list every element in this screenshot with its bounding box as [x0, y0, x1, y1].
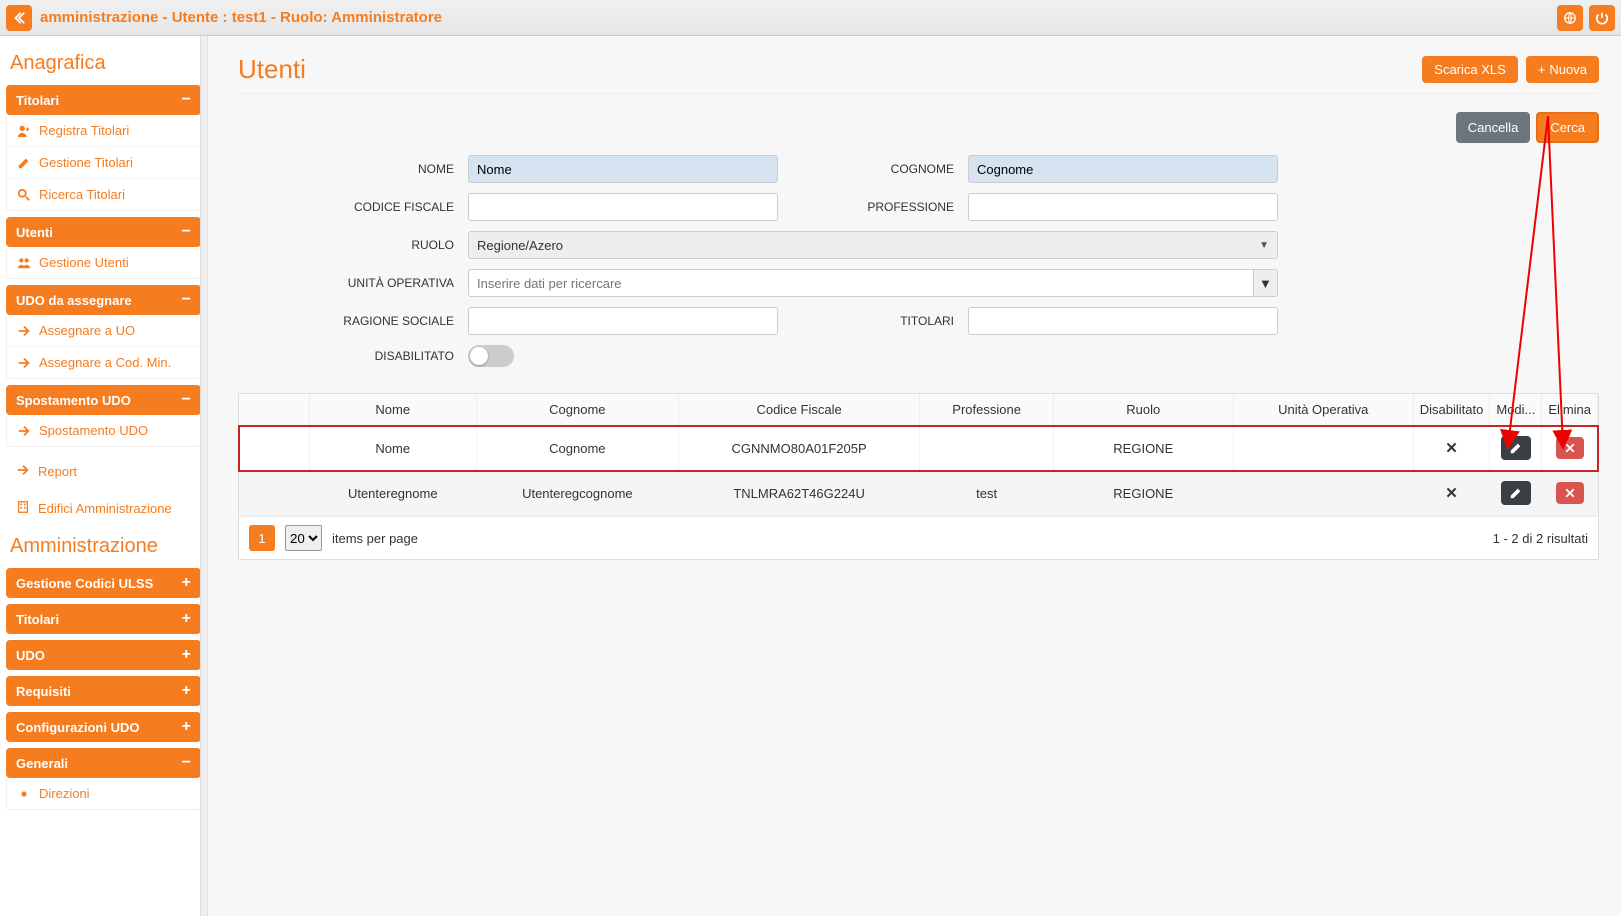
page-title: Utenti — [238, 54, 306, 85]
delete-row-button[interactable] — [1556, 437, 1584, 459]
edit-row-button[interactable] — [1501, 436, 1531, 460]
prof-input[interactable] — [968, 193, 1278, 221]
new-button[interactable]: +Nuova — [1526, 56, 1599, 83]
sidebar-header-generali[interactable]: Generali− — [6, 748, 201, 778]
disab-label: DISABILITATO — [308, 349, 468, 363]
globe-icon[interactable] — [1557, 5, 1583, 31]
sidebar-item-gestione-utenti[interactable]: Gestione Utenti — [7, 247, 200, 278]
plus-icon: + — [1538, 62, 1546, 77]
page-number[interactable]: 1 — [249, 525, 275, 551]
disabilitato-toggle[interactable] — [468, 345, 514, 367]
sidebar-item-direzioni[interactable]: Direzioni — [7, 778, 200, 809]
table-row[interactable]: Utenteregnome Utenteregcognome TNLMRA62T… — [239, 471, 1598, 516]
results-count: 1 - 2 di 2 risultati — [1493, 531, 1588, 546]
nome-input[interactable] — [468, 155, 778, 183]
chevron-down-icon: ▼ — [1259, 240, 1269, 251]
sidebar-link-report[interactable]: Report — [6, 453, 201, 490]
search-button[interactable]: Cerca — [1536, 112, 1599, 143]
titolari-input[interactable] — [968, 307, 1278, 335]
sidebar-header-config-udo[interactable]: Configurazioni UDO+ — [6, 712, 201, 742]
disabled-x-icon: ✕ — [1445, 440, 1458, 457]
sidebar-header-udo-assegnare[interactable]: UDO da assegnare− — [6, 285, 201, 315]
table-row[interactable]: Nome Cognome CGNNMO80A01F205P REGIONE ✕ — [239, 426, 1598, 471]
sidebar-heading-amministrazione: Amministrazione — [10, 535, 197, 558]
sidebar-header-codici-ulss[interactable]: Gestione Codici ULSS+ — [6, 568, 201, 598]
edit-icon — [17, 156, 31, 170]
col-nome[interactable]: Nome — [309, 394, 477, 426]
ruolo-select[interactable]: Regione/Azero▼ — [468, 231, 1278, 259]
plus-icon: + — [182, 575, 191, 591]
arrow-right-icon — [17, 356, 31, 370]
sidebar-header-titolari[interactable]: Titolari− — [6, 85, 201, 115]
col-disab[interactable]: Disabilitato — [1413, 394, 1490, 426]
cf-input[interactable] — [468, 193, 778, 221]
sidebar: Anagrafica Titolari− Registra Titolari G… — [0, 36, 208, 916]
ragione-label: RAGIONE SOCIALE — [308, 314, 468, 328]
minus-icon: − — [182, 92, 191, 108]
sidebar-item-spostamento-udo[interactable]: Spostamento UDO — [7, 415, 200, 446]
search-icon — [17, 188, 31, 202]
col-prof[interactable]: Professione — [920, 394, 1053, 426]
cognome-label: COGNOME — [808, 162, 968, 176]
sidebar-collapse-button[interactable] — [6, 5, 32, 31]
plus-icon: + — [182, 719, 191, 735]
results-table: Nome Cognome Codice Fiscale Professione … — [238, 393, 1599, 560]
minus-icon: − — [182, 292, 191, 308]
sidebar-item-gestione-titolari[interactable]: Gestione Titolari — [7, 147, 200, 179]
arrow-right-icon — [17, 424, 31, 438]
col-modifica[interactable]: Modi... — [1490, 394, 1542, 426]
edit-row-button[interactable] — [1501, 481, 1531, 505]
minus-icon: − — [182, 755, 191, 771]
sidebar-item-assegnare-uo[interactable]: Assegnare a UO — [7, 315, 200, 347]
filter-form: NOME COGNOME CODICE FISCALE PROFESSIONE … — [308, 155, 1308, 367]
cf-label: CODICE FISCALE — [308, 200, 468, 214]
download-xls-button[interactable]: Scarica XLS — [1422, 56, 1518, 83]
dot-icon — [17, 787, 31, 801]
cancel-button[interactable]: Cancella — [1456, 112, 1531, 143]
topbar-title: amministrazione - Utente : test1 - Ruolo… — [40, 9, 1557, 26]
col-elimina[interactable]: Elimina — [1542, 394, 1598, 426]
plus-icon: + — [182, 611, 191, 627]
ragione-input[interactable] — [468, 307, 778, 335]
plus-icon: + — [182, 647, 191, 663]
prof-label: PROFESSIONE — [808, 200, 968, 214]
ruolo-label: RUOLO — [308, 238, 468, 252]
items-per-page-label: items per page — [332, 531, 418, 546]
sidebar-header-spostamento[interactable]: Spostamento UDO− — [6, 385, 201, 415]
col-cf[interactable]: Codice Fiscale — [678, 394, 920, 426]
sidebar-header-utenti[interactable]: Utenti− — [6, 217, 201, 247]
plus-icon: + — [182, 683, 191, 699]
sidebar-link-edifici[interactable]: Edifici Amministrazione — [6, 490, 201, 527]
sidebar-item-assegnare-codmin[interactable]: Assegnare a Cod. Min. — [7, 347, 200, 378]
power-icon[interactable] — [1589, 5, 1615, 31]
col-uo[interactable]: Unità Operativa — [1233, 394, 1413, 426]
col-cognome[interactable]: Cognome — [477, 394, 679, 426]
arrow-right-icon — [16, 463, 30, 480]
minus-icon: − — [182, 224, 191, 240]
sidebar-heading-anagrafica: Anagrafica — [10, 52, 197, 75]
col-ruolo[interactable]: Ruolo — [1053, 394, 1233, 426]
main-content: Utenti Scarica XLS +Nuova Cancella Cerca… — [208, 36, 1621, 916]
cognome-input[interactable] — [968, 155, 1278, 183]
titolari-label: TITOLARI — [808, 314, 968, 328]
user-plus-icon — [17, 124, 31, 138]
nome-label: NOME — [308, 162, 468, 176]
sidebar-item-registra-titolari[interactable]: Registra Titolari — [7, 115, 200, 147]
uo-input[interactable] — [468, 269, 1253, 297]
sidebar-header-udo[interactable]: UDO+ — [6, 640, 201, 670]
arrow-right-icon — [17, 324, 31, 338]
uo-dropdown-button[interactable]: ▼ — [1253, 269, 1278, 297]
sidebar-item-ricerca-titolari[interactable]: Ricerca Titolari — [7, 179, 200, 210]
uo-label: UNITÀ OPERATIVA — [308, 276, 468, 290]
items-per-page-select[interactable]: 20 — [285, 525, 322, 551]
topbar: amministrazione - Utente : test1 - Ruolo… — [0, 0, 1621, 36]
minus-icon: − — [182, 392, 191, 408]
users-icon — [17, 256, 31, 270]
sidebar-header-titolari2[interactable]: Titolari+ — [6, 604, 201, 634]
delete-row-button[interactable] — [1556, 482, 1584, 504]
disabled-x-icon: ✕ — [1445, 485, 1458, 502]
building-icon — [16, 500, 30, 517]
chevron-down-icon: ▼ — [1259, 276, 1272, 291]
sidebar-header-requisiti[interactable]: Requisiti+ — [6, 676, 201, 706]
